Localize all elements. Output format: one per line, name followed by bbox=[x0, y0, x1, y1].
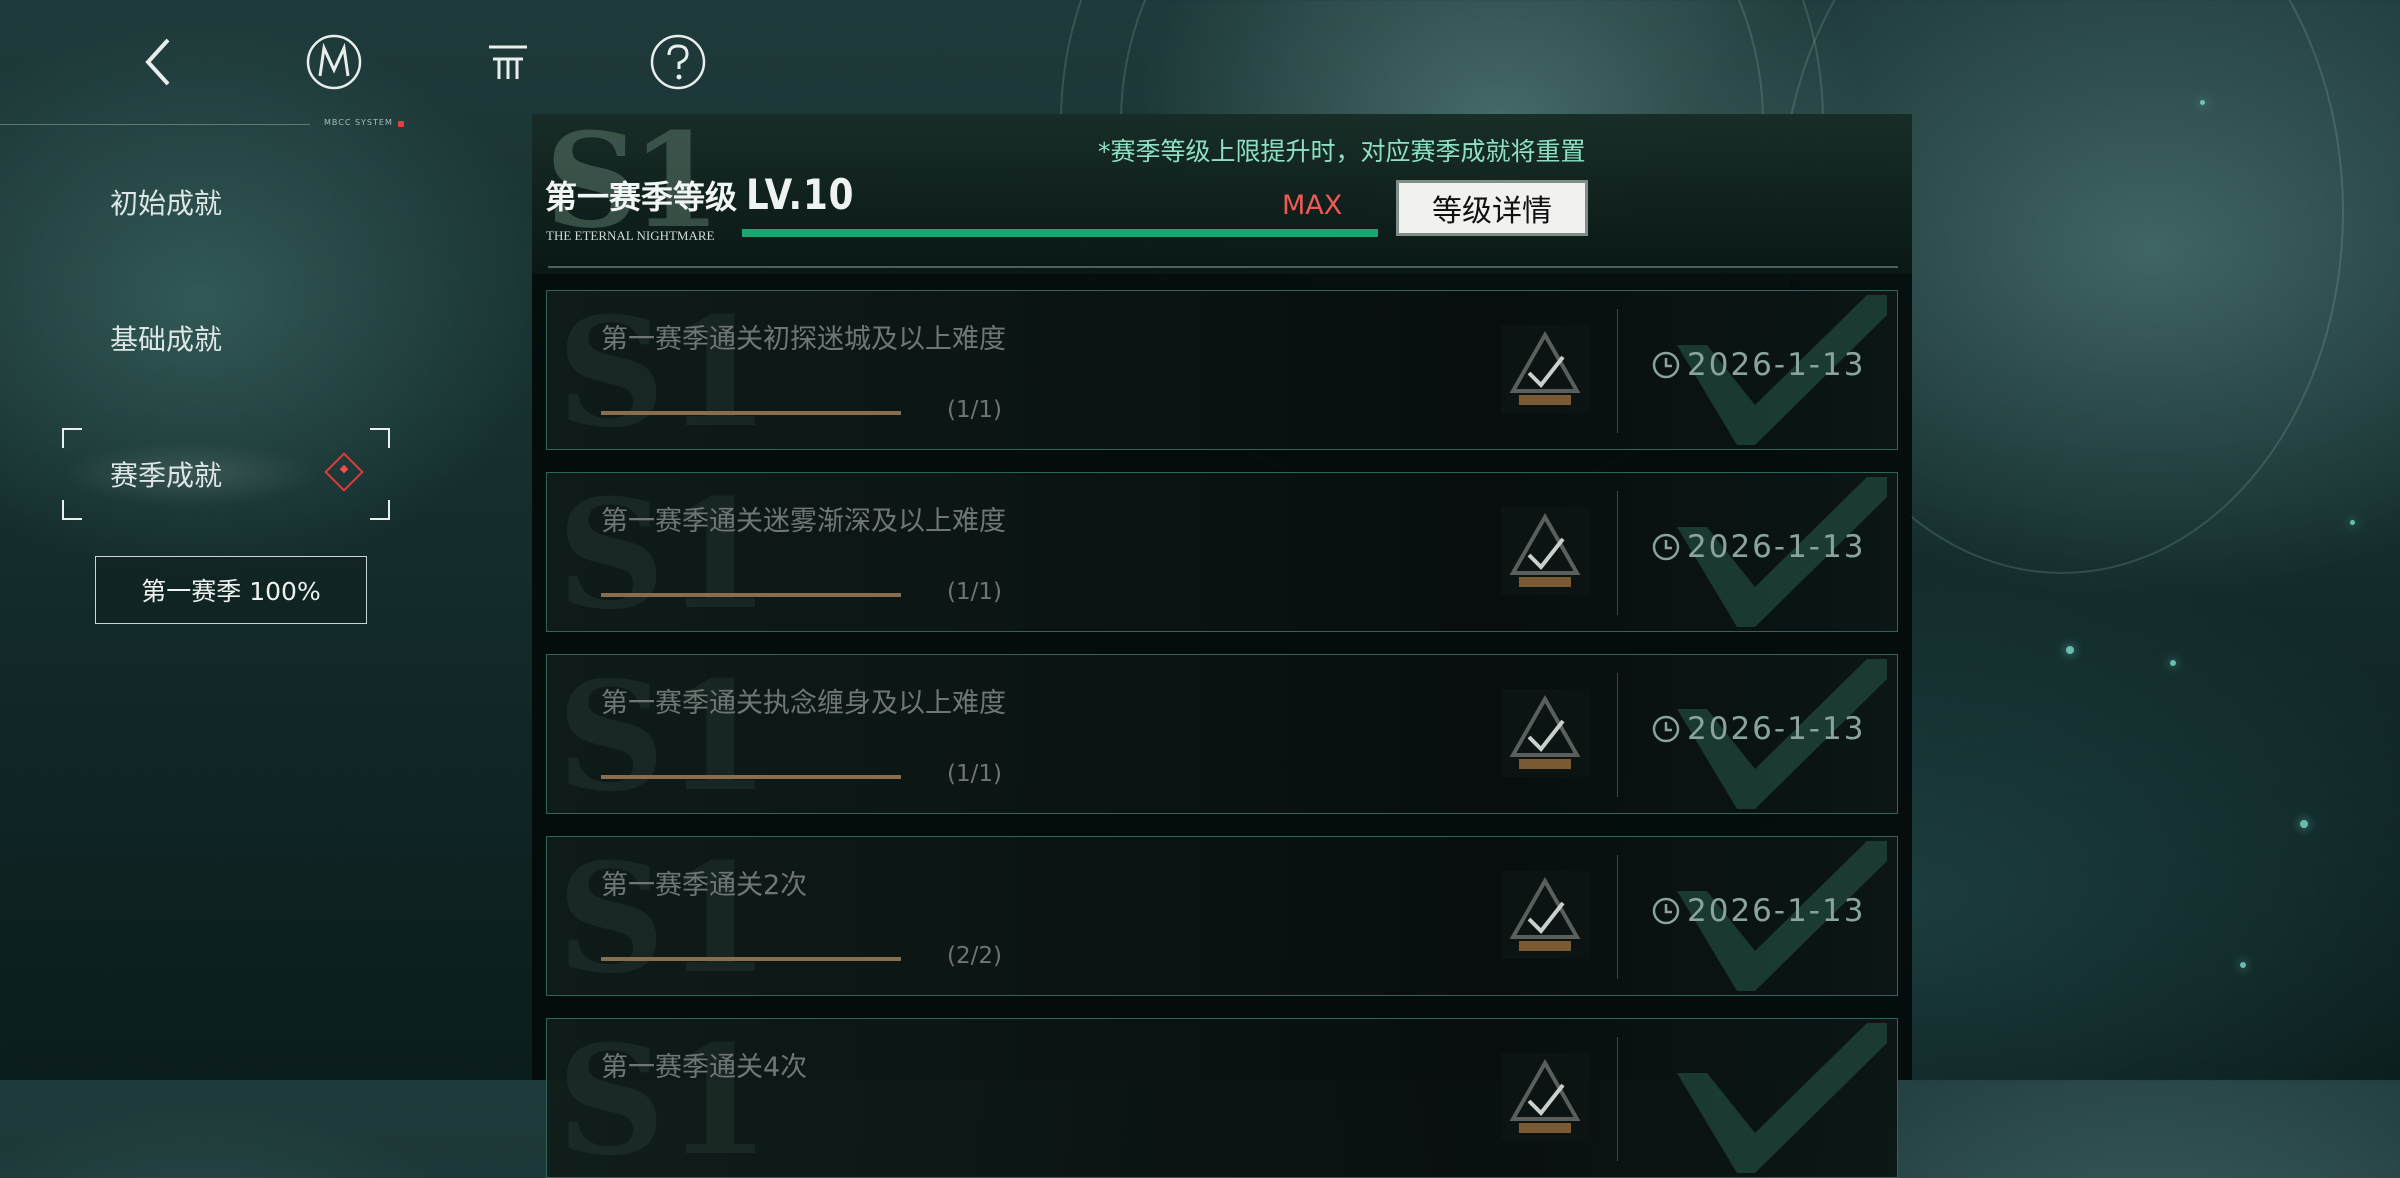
achievement-progress-count: (1/1) bbox=[947, 579, 1002, 605]
level-detail-button[interactable]: 等级详情 bbox=[1396, 180, 1588, 236]
achievement-progress-count: (1/1) bbox=[947, 397, 1002, 423]
row-separator bbox=[1617, 491, 1618, 615]
m-logo-icon bbox=[306, 34, 362, 90]
clock-icon bbox=[1652, 533, 1680, 561]
sidebar-item-initial[interactable]: 初始成就 bbox=[110, 182, 222, 222]
row-separator bbox=[1617, 1037, 1618, 1161]
achievement-progress-bar bbox=[601, 411, 901, 415]
max-label: MAX bbox=[1282, 190, 1343, 221]
row-watermark: S1 bbox=[557, 654, 770, 814]
achievement-date-text: 2026-1-13 bbox=[1687, 893, 1866, 929]
achievement-progress-bar bbox=[601, 593, 901, 597]
background-spark bbox=[2240, 962, 2246, 968]
achievement-progress-bar bbox=[601, 957, 901, 961]
season-reset-notice: *赛季等级上限提升时，对应赛季成就将重置 bbox=[1098, 137, 1586, 166]
achievement-title: 第一赛季通关初探迷城及以上难度 bbox=[601, 324, 1006, 355]
achievement-progress-count: (2/2) bbox=[947, 943, 1002, 969]
achievement-row[interactable]: S1 第一赛季通关4次 bbox=[546, 1018, 1898, 1178]
home-logo-button[interactable] bbox=[302, 30, 366, 94]
background-spark bbox=[2200, 100, 2205, 105]
trophy-icon bbox=[1501, 507, 1589, 595]
background-spark bbox=[2350, 520, 2355, 525]
season-filter-button[interactable]: 第一赛季 100% bbox=[95, 556, 367, 624]
achievement-row[interactable]: S1 第一赛季通关初探迷城及以上难度 (1/1) 2026-1-13 bbox=[546, 290, 1898, 450]
clock-icon bbox=[1652, 351, 1680, 379]
achievement-title: 第一赛季通关迷雾渐深及以上难度 bbox=[601, 506, 1006, 537]
achievement-row[interactable]: S1 第一赛季通关执念缠身及以上难度 (1/1) 2026-1-13 bbox=[546, 654, 1898, 814]
help-icon bbox=[650, 34, 706, 90]
background-spark bbox=[2170, 660, 2176, 666]
achievement-date: 2026-1-13 bbox=[1651, 893, 1865, 929]
achievement-date: 2026-1-13 bbox=[1651, 347, 1865, 383]
row-watermark: S1 bbox=[557, 290, 770, 450]
row-separator bbox=[1617, 855, 1618, 979]
clock-icon bbox=[1652, 897, 1680, 925]
sidebar-item-basic[interactable]: 基础成就 bbox=[110, 318, 222, 358]
achievement-row[interactable]: S1 第一赛季通关迷雾渐深及以上难度 (1/1) 2026-1-13 bbox=[546, 472, 1898, 632]
achievement-date-text: 2026-1-13 bbox=[1687, 711, 1866, 747]
system-status-dot bbox=[398, 121, 404, 127]
season-level: LV.10 bbox=[746, 170, 855, 219]
system-mark: MBCC SYSTEM bbox=[324, 118, 393, 127]
achievement-progress-bar bbox=[601, 775, 901, 779]
sidebar-item-season[interactable]: 赛季成就 bbox=[110, 454, 222, 494]
season-title: 第一赛季等级 bbox=[545, 178, 738, 216]
clock-icon bbox=[1652, 715, 1680, 743]
row-watermark: S1 bbox=[557, 1018, 770, 1178]
achievement-title: 第一赛季通关执念缠身及以上难度 bbox=[601, 688, 1006, 719]
background-spark bbox=[2066, 646, 2074, 654]
back-button[interactable] bbox=[128, 30, 192, 94]
season-subtitle: THE ETERNAL NIGHTMARE bbox=[546, 228, 715, 243]
row-watermark: S1 bbox=[557, 836, 770, 996]
achievement-title: 第一赛季通关2次 bbox=[601, 870, 808, 901]
achievement-title: 第一赛季通关4次 bbox=[601, 1052, 808, 1083]
trophy-icon bbox=[1501, 325, 1589, 413]
achievement-progress-count: (1/1) bbox=[947, 761, 1002, 787]
achievement-date: 2026-1-13 bbox=[1651, 711, 1865, 747]
trophy-icon bbox=[1501, 689, 1589, 777]
trophy-icon bbox=[1501, 1053, 1589, 1141]
achievement-date-text: 2026-1-13 bbox=[1687, 529, 1866, 565]
achievement-date: 2026-1-13 bbox=[1651, 529, 1865, 565]
trophy-icon bbox=[1501, 871, 1589, 959]
toolbar-divider bbox=[0, 124, 310, 125]
help-button[interactable] bbox=[646, 30, 710, 94]
back-arrow-icon bbox=[145, 38, 170, 86]
background-spark bbox=[2300, 820, 2308, 828]
row-separator bbox=[1617, 673, 1618, 797]
level-progress-fill bbox=[742, 229, 1378, 237]
achievement-row[interactable]: S1 第一赛季通关2次 (2/2) 2026-1-13 bbox=[546, 836, 1898, 996]
achievement-date-text: 2026-1-13 bbox=[1687, 347, 1866, 383]
row-watermark: S1 bbox=[557, 472, 770, 632]
checkmark-icon bbox=[1677, 1023, 1887, 1173]
menu-button[interactable] bbox=[476, 30, 540, 94]
header-divider bbox=[548, 266, 1898, 268]
menu-icon bbox=[489, 45, 527, 79]
row-separator bbox=[1617, 309, 1618, 433]
